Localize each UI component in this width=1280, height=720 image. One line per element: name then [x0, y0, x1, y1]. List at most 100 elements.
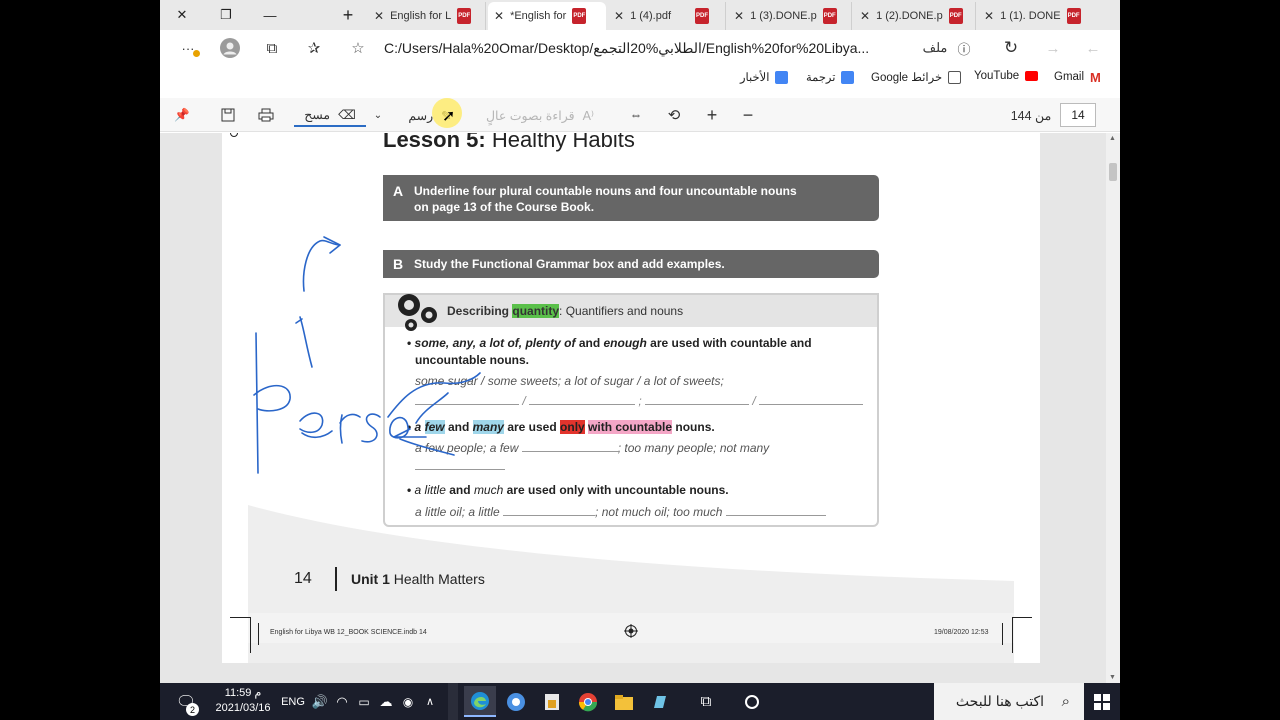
notifications-button[interactable]: 🗨 2: [170, 683, 202, 720]
page-footer-unit: Unit 1 Health Matters: [351, 571, 485, 587]
file-viewer-app[interactable]: [536, 686, 568, 717]
gmail-icon: M: [1090, 70, 1101, 85]
tray-app-icon[interactable]: ◉: [398, 683, 418, 720]
minimize-window-button[interactable]: —: [248, 0, 292, 30]
page-number-input[interactable]: 14: [1060, 103, 1096, 127]
restore-window-button[interactable]: ❐: [204, 0, 248, 30]
scroll-up-icon[interactable]: ▲: [1109, 135, 1116, 142]
collections-icon[interactable]: ⧉: [262, 38, 282, 58]
notification-count-badge: 2: [186, 703, 199, 716]
print-icon[interactable]: [254, 103, 278, 127]
file-label: ملف: [922, 40, 948, 55]
browser-window: ✕ ❐ — + ✕ English for L PDF ✕ *English f…: [160, 0, 1120, 720]
tab-3[interactable]: ✕ 1 (4).pdf PDF: [608, 2, 726, 30]
close-tab-icon[interactable]: ✕: [494, 9, 504, 23]
edge-app[interactable]: [464, 686, 496, 717]
rotate-icon[interactable]: ⟲: [662, 103, 686, 127]
pdf-toolbar: 📌 مسح ⌫ ⌄ رسم ✎ قراءة بصوت عالٍ A⁾ ⇔ ⟲ +…: [160, 98, 1120, 132]
edge-icon: [471, 691, 489, 710]
tab-5[interactable]: ✕ 1 (2).DONE.p PDF: [854, 2, 976, 30]
more-options-icon[interactable]: ···: [178, 38, 200, 58]
url-text: C:/Users/Hala%20Omar/Desktop/الطلابي%20ا…: [384, 39, 870, 56]
taskbar-search-input[interactable]: اكتب هنا للبحث ⌕: [934, 683, 1084, 720]
back-icon[interactable]: ←: [1082, 38, 1104, 58]
youtube-icon: [1025, 71, 1039, 81]
start-button[interactable]: [1084, 683, 1120, 720]
language-indicator[interactable]: ENG: [280, 683, 306, 720]
save-icon[interactable]: [216, 103, 240, 127]
profile-avatar[interactable]: [218, 36, 242, 60]
close-tab-icon[interactable]: ✕: [860, 9, 870, 23]
close-tab-icon[interactable]: ✕: [614, 9, 624, 23]
fav-youtube[interactable]: YouTube: [974, 70, 1039, 82]
cortana-button[interactable]: [736, 686, 768, 717]
pdf-icon: PDF: [457, 8, 472, 24]
refresh-icon[interactable]: ↻: [1000, 38, 1022, 58]
tab-2-active[interactable]: ✕ *English for PDF: [488, 2, 606, 30]
crop-mark: [258, 623, 259, 645]
windows-taskbar: 🗨 2 11:59 م 2021/03/16 ENG 🔊 ◠ ▭ ☁ ◉ ∧ ⧉…: [160, 683, 1120, 720]
tab-bar: ✕ ❐ — + ✕ English for L PDF ✕ *English f…: [160, 0, 1120, 30]
fav-translate[interactable]: ترجمة: [806, 70, 855, 84]
close-tab-icon[interactable]: ✕: [734, 9, 744, 23]
chrome-app-1[interactable]: [500, 686, 532, 717]
page-total: من 144: [1010, 108, 1052, 123]
draw-label: رسم: [408, 108, 434, 123]
add-favorite-icon[interactable]: ☆: [348, 38, 368, 58]
fav-maps[interactable]: Google خرائط: [871, 70, 962, 84]
chrome-app-2[interactable]: [572, 686, 604, 717]
search-placeholder: اكتب هنا للبحث: [955, 693, 1044, 709]
notes-app[interactable]: [644, 686, 676, 717]
battery-icon[interactable]: ▭: [354, 683, 374, 720]
wifi-icon[interactable]: ◠: [332, 683, 352, 720]
fit-page-icon[interactable]: ⇔: [624, 103, 648, 127]
tab-label: English for L: [390, 10, 452, 22]
exercise-a-line1: Underline four plural countable nouns an…: [414, 184, 797, 198]
show-hidden-icons[interactable]: ∧: [420, 683, 440, 720]
new-tab-button[interactable]: +: [326, 0, 370, 30]
chrome-icon: [507, 692, 525, 711]
exercise-a-line2: on page 13 of the Course Book.: [414, 200, 595, 214]
pdf-icon: PDF: [572, 8, 587, 24]
pdf-icon: PDF: [948, 8, 963, 24]
eraser-icon: ⌫: [338, 107, 356, 122]
translate-icon: [841, 70, 855, 84]
chevron-down-icon[interactable]: ⌄: [370, 103, 386, 127]
favorites-list-icon[interactable]: ✰: [304, 38, 324, 58]
file-explorer-app[interactable]: [608, 686, 640, 717]
footer-divider: [335, 567, 337, 591]
pin-toolbar-icon[interactable]: 📌: [170, 103, 194, 127]
close-window-button[interactable]: ✕: [160, 0, 204, 30]
handwritten-ink-annotation: [253, 236, 481, 474]
zoom-out-icon[interactable]: −: [736, 103, 760, 127]
fav-gmail[interactable]: Gmail M: [1054, 70, 1101, 85]
fav-label: ترجمة: [806, 72, 836, 84]
tab-label: *English for: [510, 10, 567, 22]
read-aloud-icon: A⁾: [582, 108, 595, 123]
close-tab-icon[interactable]: ✕: [984, 9, 994, 23]
scroll-down-icon[interactable]: ▼: [1109, 674, 1116, 681]
pdf-viewer[interactable]: Lesson 5: Healthy Habits A Underline fou…: [160, 133, 1120, 683]
task-view-button[interactable]: ⧉: [690, 686, 722, 717]
clock-date: 2021/03/16: [215, 702, 271, 714]
taskbar-scroll[interactable]: [448, 683, 458, 720]
tab-4[interactable]: ✕ 1 (3).DONE.p PDF: [728, 2, 852, 30]
zoom-in-icon[interactable]: +: [700, 103, 724, 127]
vertical-scrollbar[interactable]: ▲ ▼: [1106, 133, 1120, 683]
lesson-title: Lesson 5: Healthy Habits: [383, 133, 635, 152]
mouse-cursor-icon: ➚: [442, 108, 456, 125]
tab-6[interactable]: ✕ 1 (1). DONE PDF: [978, 2, 1110, 30]
url-field[interactable]: C:/Users/Hala%20Omar/Desktop/الطلابي%20ا…: [384, 34, 904, 62]
fav-news[interactable]: الأخبار: [740, 70, 789, 84]
erase-button[interactable]: مسح ⌫: [294, 103, 366, 127]
read-aloud-button[interactable]: قراءة بصوت عالٍ A⁾: [480, 103, 600, 127]
volume-icon[interactable]: 🔊: [310, 683, 330, 720]
forward-icon[interactable]: →: [1042, 38, 1064, 58]
crop-mark: [1012, 617, 1032, 618]
tab-1[interactable]: ✕ English for L PDF: [368, 2, 486, 30]
scrollbar-thumb[interactable]: [1109, 163, 1117, 181]
info-icon[interactable]: ⓘ: [954, 38, 974, 58]
close-tab-icon[interactable]: ✕: [374, 9, 384, 23]
clock[interactable]: 11:59 م 2021/03/16: [210, 686, 276, 716]
onedrive-icon[interactable]: ☁: [376, 683, 396, 720]
